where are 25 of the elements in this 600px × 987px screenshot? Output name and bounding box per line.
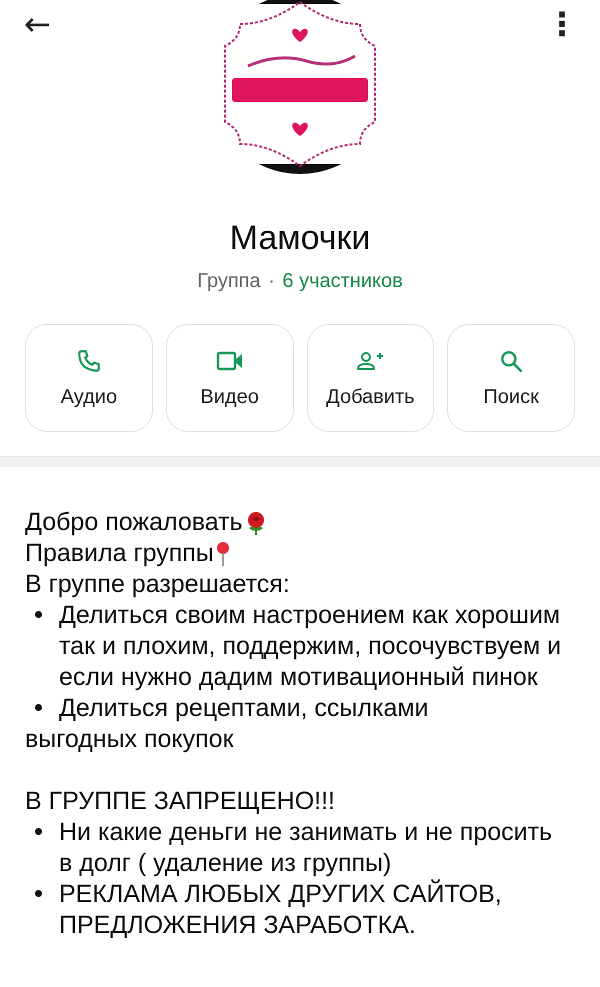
pin-icon [216,540,230,566]
back-button[interactable]: ← [16,4,59,44]
group-label: Группа [197,270,261,292]
description-text: Правила группы [25,538,214,569]
description-text: В ГРУППЕ ЗАПРЕЩЕНО!!! [25,786,335,817]
separator: · [268,270,275,292]
description-text: Ни какие деньги не занимать и не просить в долг ( удаление из группы) [59,817,554,879]
group-name: Мамочки [228,218,372,258]
members-link[interactable]: 6 участников [282,270,403,292]
bullet-icon [35,828,42,835]
description-text: Добро пожаловать [25,507,243,538]
bullet-icon [35,704,42,711]
audio-button[interactable]: Аудио [25,324,153,432]
search-button[interactable]: Поиск [447,324,575,432]
video-button[interactable]: Видео [166,324,294,432]
description-text: В группе разрешается: [25,569,290,600]
bullet-icon [35,611,42,618]
description-text: Делиться рецептами, ссылками [59,693,430,724]
description-text: РЕКЛАМА ЛЮБЫХ ДРУГИХ САЙТОВ, ПРЕДЛОЖЕНИЯ ЗАРАБОТКА. [59,879,503,941]
description-text: выгодных покупок [25,724,234,755]
add-button[interactable]: Добавить [306,324,434,432]
description-text: Делиться своим настроением как хорошим так и плохим, поддержим, посочувствуем и если нужно дадим мотивационный пинок [59,600,562,693]
bullet-icon [35,890,42,897]
phone-icon [76,348,102,374]
menu-button[interactable]: ⋮ [538,4,586,44]
